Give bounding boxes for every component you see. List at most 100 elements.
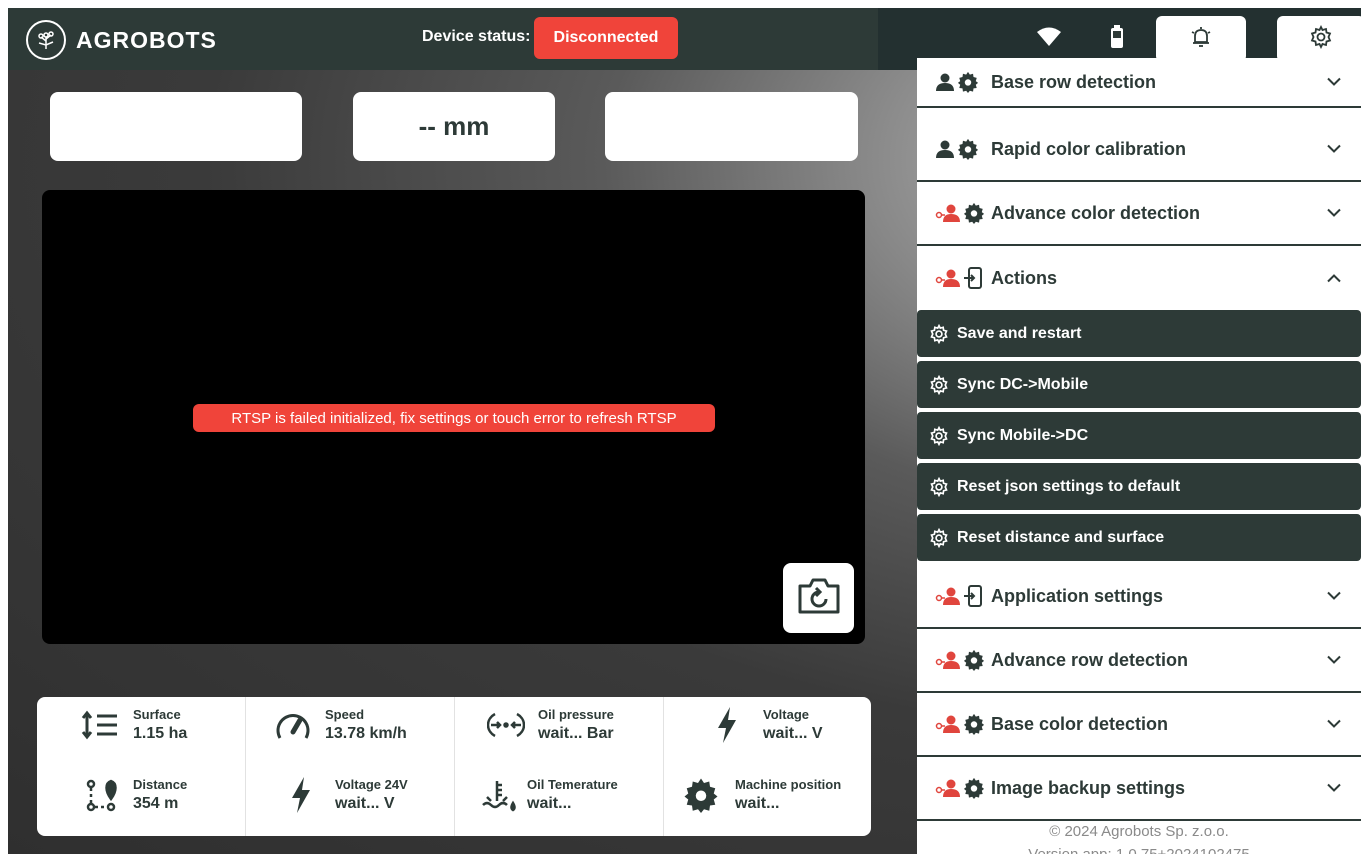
chevron-down-icon xyxy=(1327,208,1341,217)
admin-user-icon xyxy=(935,204,960,222)
stat-value: 354 m xyxy=(133,794,179,812)
chevron-down-icon xyxy=(1327,719,1341,728)
stat-value: 1.15 ha xyxy=(133,724,188,742)
section-actions[interactable]: Actions xyxy=(917,246,1361,310)
stat-oil-temperature: Oil Temerature wait... xyxy=(479,775,618,815)
alarm-bell-icon xyxy=(1188,24,1214,55)
stat-value: wait... Bar xyxy=(538,724,614,742)
action-sync-dc-mobile[interactable]: Sync DC->Mobile xyxy=(917,361,1361,408)
chevron-down-icon xyxy=(1327,655,1341,664)
section-base-color-detection[interactable]: Base color detection xyxy=(917,693,1361,757)
stat-machine-position: Machine position wait... xyxy=(681,775,841,815)
stat-label: Machine position xyxy=(735,776,842,792)
stat-label: Surface xyxy=(133,706,181,722)
section-advance-row-detection[interactable]: Advance row detection xyxy=(917,629,1361,693)
cog-icon xyxy=(957,71,979,93)
stat-label: Oil Temerature xyxy=(527,776,618,792)
admin-user-icon xyxy=(935,651,960,669)
copyright-text: © 2024 Agrobots Sp. z.o.o. xyxy=(1049,823,1229,840)
stat-value: wait... V xyxy=(763,724,823,742)
stat-surface: Surface 1.15 ha xyxy=(81,705,187,745)
section-label: Application settings xyxy=(991,585,1164,606)
stat-label: Voltage 24V xyxy=(335,776,408,792)
admin-user-icon xyxy=(935,779,960,797)
action-label: Sync Mobile->DC xyxy=(957,426,1089,444)
speedometer-icon xyxy=(273,705,313,745)
stat-label: Voltage xyxy=(763,706,809,722)
gear-outline-icon xyxy=(930,425,948,446)
readout-distance-mm: -- mm xyxy=(353,92,555,161)
brand-logo-icon xyxy=(26,20,66,60)
section-label: Advance color detection xyxy=(991,202,1201,223)
oil-temperature-icon xyxy=(479,775,519,815)
section-image-backup-settings[interactable]: Image backup settings xyxy=(917,757,1361,821)
stat-oil-pressure: Oil pressure wait... Bar xyxy=(486,705,614,745)
admin-user-icon xyxy=(935,715,960,733)
action-reset-distance-surface[interactable]: Reset distance and surface xyxy=(917,514,1361,561)
oil-pressure-icon xyxy=(486,705,526,745)
device-status-label: Device status: xyxy=(422,28,531,45)
cog-icon xyxy=(963,202,985,224)
brand: AGROBOTS xyxy=(26,20,217,60)
section-label: Actions xyxy=(991,267,1058,288)
device-login-icon xyxy=(964,585,982,607)
battery-icon xyxy=(1110,25,1124,54)
gear-icon xyxy=(1309,24,1333,54)
brand-name: AGROBOTS xyxy=(76,26,217,53)
stat-label: Distance xyxy=(133,776,188,792)
section-label: Rapid color calibration xyxy=(991,138,1187,159)
cog-icon xyxy=(957,138,979,160)
stat-value: wait... xyxy=(527,794,572,812)
stat-value: 13.78 km/h xyxy=(325,724,407,742)
action-sync-mobile-dc[interactable]: Sync Mobile->DC xyxy=(917,412,1361,459)
stat-distance: Distance 354 m xyxy=(81,775,187,815)
gear-outline-icon xyxy=(930,527,948,548)
section-advance-color-detection[interactable]: Advance color detection xyxy=(917,182,1361,246)
section-application-settings[interactable]: Application settings xyxy=(917,565,1361,629)
device-status-badge[interactable]: Disconnected xyxy=(534,17,678,59)
section-label: Base color detection xyxy=(991,713,1169,734)
section-label: Advance row detection xyxy=(991,649,1189,670)
video-feed: RTSP is failed initialized, fix settings… xyxy=(42,190,865,644)
action-reset-json-settings[interactable]: Reset json settings to default xyxy=(917,463,1361,510)
stat-value: wait... xyxy=(735,794,780,812)
settings-button[interactable] xyxy=(1277,16,1361,62)
cog-icon xyxy=(963,777,985,799)
action-save-and-restart[interactable]: Save and restart xyxy=(917,310,1361,357)
route-icon xyxy=(81,775,121,815)
app-screen: AGROBOTS Device status: Disconnected -- … xyxy=(8,8,1361,854)
lightning-icon xyxy=(281,775,321,815)
chevron-down-icon xyxy=(1327,591,1341,600)
chevron-up-icon xyxy=(1327,274,1341,283)
cog-icon xyxy=(963,713,985,735)
rtsp-error-message[interactable]: RTSP is failed initialized, fix settings… xyxy=(193,404,715,432)
section-base-row-detection[interactable]: Base row detection xyxy=(917,58,1361,108)
chevron-down-icon xyxy=(1327,77,1341,86)
stat-voltage-24v: Voltage 24V wait... V xyxy=(281,775,408,815)
cog-icon xyxy=(963,649,985,671)
wifi-icon xyxy=(1036,26,1062,53)
stat-label: Speed xyxy=(325,706,365,722)
action-label: Reset json settings to default xyxy=(957,477,1181,495)
admin-user-icon xyxy=(935,587,960,605)
gear-outline-icon xyxy=(930,374,948,395)
settings-panel: Base row detection Rapid color calibrati… xyxy=(917,58,1361,854)
stat-speed: Speed 13.78 km/h xyxy=(273,705,407,745)
gear-icon xyxy=(681,775,721,815)
action-label: Save and restart xyxy=(957,324,1082,342)
alarm-button[interactable] xyxy=(1156,16,1246,62)
device-login-icon xyxy=(964,267,982,289)
user-icon xyxy=(936,140,954,158)
chevron-down-icon xyxy=(1327,783,1341,792)
section-rapid-color-calibration[interactable]: Rapid color calibration xyxy=(917,118,1361,182)
stat-value: wait... V xyxy=(335,794,395,812)
section-label: Image backup settings xyxy=(991,777,1186,798)
line-spacing-icon xyxy=(81,705,121,745)
version-text: Version app: 1.0.75+2024102475 xyxy=(917,846,1361,854)
user-icon xyxy=(936,73,954,91)
readout-left xyxy=(50,92,302,161)
camera-refresh-button[interactable] xyxy=(783,563,854,633)
stat-label: Oil pressure xyxy=(538,706,614,722)
machine-stats-panel: Surface 1.15 ha Speed 13.78 km/h Oil pre… xyxy=(37,697,871,836)
action-label: Reset distance and surface xyxy=(957,528,1165,546)
